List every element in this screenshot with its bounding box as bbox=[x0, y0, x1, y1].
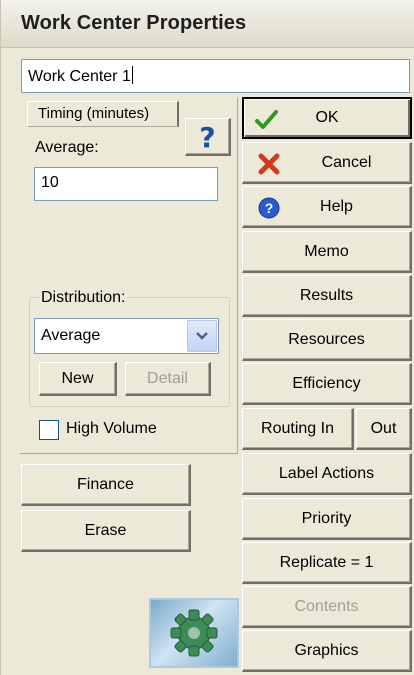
graphics-button[interactable]: Graphics bbox=[242, 630, 412, 672]
resources-button[interactable]: Resources bbox=[242, 319, 412, 361]
gear-logo-graphic bbox=[170, 609, 218, 657]
distribution-legend: Distribution: bbox=[39, 289, 128, 307]
routing-in-button-label: Routing In bbox=[261, 419, 334, 437]
efficiency-button[interactable]: Efficiency bbox=[242, 363, 412, 405]
title-bar: Work Center Properties bbox=[1, 0, 414, 48]
average-input-value: 10 bbox=[41, 174, 59, 191]
erase-button-label: Erase bbox=[84, 521, 127, 539]
timing-tab[interactable]: Timing (minutes) bbox=[27, 101, 179, 127]
timing-help-button[interactable]: ? bbox=[185, 118, 231, 156]
contents-button-label: Contents bbox=[294, 597, 359, 615]
timing-tab-label: Timing (minutes) bbox=[38, 105, 150, 122]
cancel-button[interactable]: Cancel bbox=[242, 142, 412, 184]
detail-button-label: Detail bbox=[147, 369, 188, 387]
help-button[interactable]: ? Help bbox=[242, 186, 412, 228]
detail-button[interactable]: Detail bbox=[125, 362, 211, 396]
gear-logo-icon bbox=[149, 598, 239, 668]
routing-out-button[interactable]: Out bbox=[356, 408, 412, 450]
memo-button-label: Memo bbox=[304, 242, 349, 260]
question-icon: ? bbox=[199, 121, 216, 154]
results-button[interactable]: Results bbox=[242, 275, 412, 317]
work-center-dialog: Work Center Properties Work Center 1 Tim… bbox=[0, 0, 414, 675]
new-distribution-button[interactable]: New bbox=[39, 362, 117, 396]
dropdown-button[interactable] bbox=[187, 320, 217, 352]
priority-button[interactable]: Priority bbox=[242, 498, 412, 540]
ok-button-label: OK bbox=[315, 109, 339, 126]
resources-button-label: Resources bbox=[288, 330, 365, 348]
help-button-label: Help bbox=[320, 197, 353, 215]
average-label: Average: bbox=[35, 139, 99, 156]
finance-button-label: Finance bbox=[77, 475, 134, 493]
results-button-label: Results bbox=[299, 286, 354, 304]
window-title: Work Center Properties bbox=[21, 12, 247, 34]
priority-button-label: Priority bbox=[301, 509, 352, 527]
high-volume-checkbox[interactable] bbox=[39, 420, 59, 440]
average-input[interactable]: 10 bbox=[34, 167, 218, 201]
memo-button[interactable]: Memo bbox=[242, 231, 412, 273]
graphics-button-label: Graphics bbox=[294, 641, 359, 659]
routing-out-button-label: Out bbox=[370, 419, 397, 437]
routing-in-button[interactable]: Routing In bbox=[242, 408, 354, 450]
name-input-value: Work Center 1 bbox=[28, 68, 131, 85]
distribution-selected-value: Average bbox=[41, 327, 101, 344]
x-icon bbox=[258, 153, 280, 175]
replicate-button[interactable]: Replicate = 1 bbox=[242, 542, 412, 584]
contents-button[interactable]: Contents bbox=[242, 586, 412, 628]
distribution-select[interactable]: Average bbox=[34, 318, 219, 354]
chevron-down-icon bbox=[196, 332, 208, 340]
high-volume-label: High Volume bbox=[66, 420, 157, 437]
finance-button[interactable]: Finance bbox=[21, 464, 191, 506]
ok-button[interactable]: OK bbox=[242, 97, 412, 139]
cancel-button-label: Cancel bbox=[321, 153, 372, 171]
text-caret bbox=[131, 66, 133, 84]
erase-button[interactable]: Erase bbox=[21, 510, 191, 552]
work-center-name-input[interactable]: Work Center 1 bbox=[21, 59, 410, 93]
efficiency-button-label: Efficiency bbox=[292, 374, 361, 392]
label-actions-button-label: Label Actions bbox=[278, 464, 375, 482]
replicate-button-label: Replicate = 1 bbox=[279, 553, 374, 571]
new-button-label: New bbox=[61, 369, 94, 387]
label-actions-button[interactable]: Label Actions bbox=[242, 453, 412, 495]
